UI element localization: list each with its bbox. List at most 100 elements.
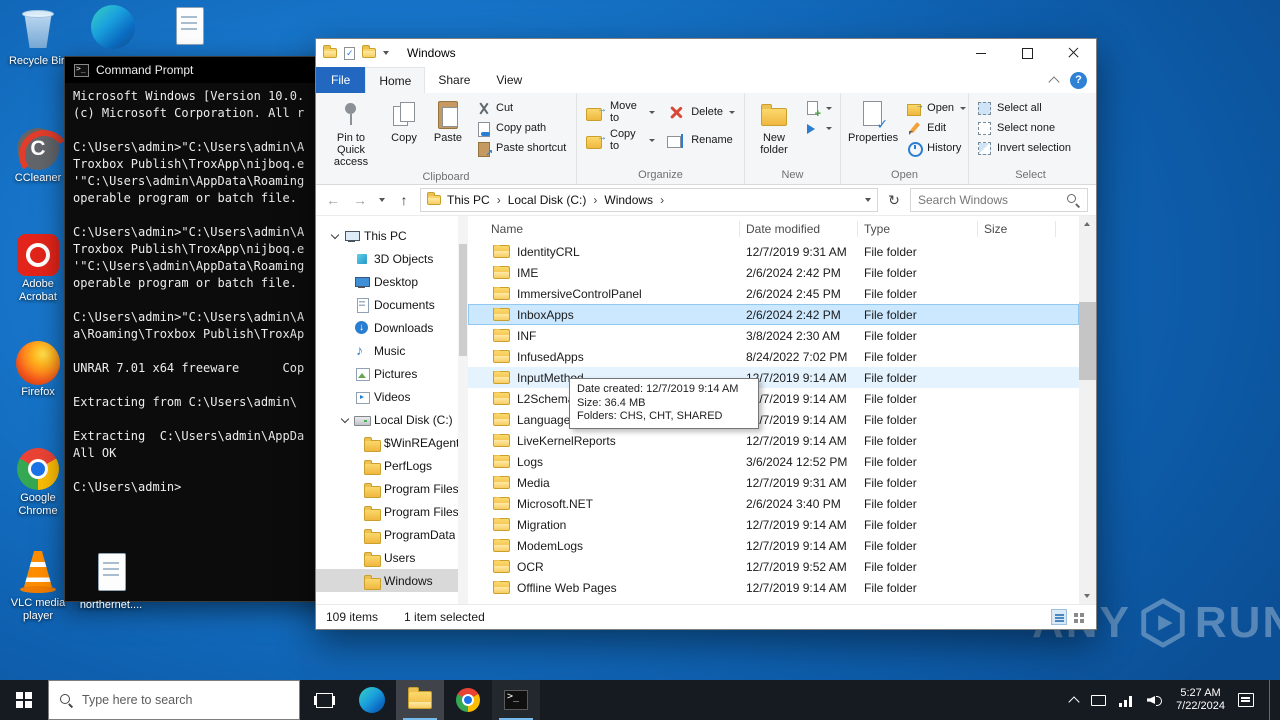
taskbar-file-explorer-button[interactable]: [396, 680, 444, 720]
sidebar-item[interactable]: Videos: [316, 385, 458, 408]
minimize-button[interactable]: [958, 39, 1004, 67]
sidebar-item[interactable]: Local Disk (C:): [316, 408, 458, 431]
sidebar-item[interactable]: Downloads: [316, 316, 458, 339]
tab-share[interactable]: Share: [425, 67, 483, 93]
file-row[interactable]: OCR 12/7/2019 9:52 AM File folder: [468, 556, 1079, 577]
details-view-button[interactable]: [1051, 609, 1067, 625]
expand-arrow-icon[interactable]: [350, 461, 360, 471]
address-dropdown-icon[interactable]: [865, 198, 871, 202]
breadcrumb-item[interactable]: This PC: [447, 193, 508, 207]
hidden-icons-chevron-icon[interactable]: [1068, 696, 1080, 708]
file-row[interactable]: IdentityCRL 12/7/2019 9:31 AM File folde…: [468, 241, 1079, 262]
desktop-icon-recycle-bin[interactable]: Recycle Bin: [5, 6, 71, 68]
help-icon[interactable]: [1070, 71, 1087, 89]
column-header-type[interactable]: Type: [858, 220, 978, 237]
sidebar-item[interactable]: PerfLogs: [316, 454, 458, 477]
new-folder-button[interactable]: New folder: [748, 96, 800, 159]
taskbar-cmd-button[interactable]: [492, 680, 540, 720]
large-icons-view-button[interactable]: [1070, 609, 1086, 625]
file-row[interactable]: InfusedApps 8/24/2022 7:02 PM File folde…: [468, 346, 1079, 367]
sidebar-item[interactable]: Documents: [316, 293, 458, 316]
sidebar-item[interactable]: Music: [316, 339, 458, 362]
file-row[interactable]: InboxApps 2/6/2024 2:42 PM File folder: [468, 304, 1079, 325]
sidebar-item[interactable]: This PC: [316, 224, 458, 247]
expand-arrow-icon[interactable]: [350, 553, 360, 563]
column-header-name[interactable]: Name: [468, 220, 740, 237]
column-header-date-modified[interactable]: Date modified: [740, 220, 858, 237]
refresh-icon[interactable]: [883, 189, 905, 211]
expand-arrow-icon[interactable]: [340, 277, 350, 287]
network-icon[interactable]: [1119, 693, 1135, 707]
select-none-button[interactable]: Select none: [972, 118, 1076, 138]
up-icon[interactable]: [393, 189, 415, 211]
desktop-icon-document[interactable]: [156, 4, 222, 53]
file-list-scrollbar-thumb[interactable]: [1079, 302, 1096, 380]
sidebar-item[interactable]: Users: [316, 546, 458, 569]
expand-arrow-icon[interactable]: [340, 392, 350, 402]
rename-button[interactable]: Rename: [661, 126, 741, 154]
taskbar-edge-button[interactable]: [348, 680, 396, 720]
taskbar-clock[interactable]: 5:27 AM 7/22/2024: [1176, 687, 1225, 713]
expand-arrow-icon[interactable]: [330, 231, 340, 241]
taskbar-search[interactable]: Type here to search: [48, 680, 300, 720]
desktop-icon-adobe-acrobat[interactable]: Adobe Acrobat: [5, 232, 71, 304]
select-all-button[interactable]: Select all: [972, 98, 1076, 118]
show-desktop-button[interactable]: [1269, 680, 1274, 720]
file-row[interactable]: Offline Web Pages 12/7/2019 9:14 AM File…: [468, 577, 1079, 598]
expand-arrow-icon[interactable]: [340, 323, 350, 333]
file-row[interactable]: LiveKernelReports 12/7/2019 9:14 AM File…: [468, 430, 1079, 451]
easy-access-button[interactable]: [800, 118, 837, 138]
sidebar-scrollbar-thumb[interactable]: [459, 244, 467, 356]
invert-selection-button[interactable]: Invert selection: [972, 138, 1076, 158]
sidebar-item[interactable]: Windows: [316, 569, 458, 592]
file-row[interactable]: Microsoft.NET 2/6/2024 3:40 PM File fold…: [468, 493, 1079, 514]
sidebar-item[interactable]: ProgramData: [316, 523, 458, 546]
volume-icon[interactable]: [1147, 694, 1163, 706]
copy-path-button[interactable]: Copy path: [471, 118, 571, 138]
history-button[interactable]: History: [902, 138, 971, 158]
sidebar-item[interactable]: 3D Objects: [316, 247, 458, 270]
qat-customize-icon[interactable]: [383, 51, 389, 55]
expand-arrow-icon[interactable]: [350, 530, 360, 540]
delete-button[interactable]: Delete: [661, 98, 741, 126]
paste-button[interactable]: Paste: [425, 96, 471, 147]
paste-shortcut-button[interactable]: Paste shortcut: [471, 138, 571, 159]
explorer-search[interactable]: Search Windows: [910, 188, 1088, 212]
taskbar-chrome-button[interactable]: [444, 680, 492, 720]
move-to-button[interactable]: Move to: [580, 98, 661, 126]
sidebar-item[interactable]: Desktop: [316, 270, 458, 293]
breadcrumb-item[interactable]: Windows: [604, 193, 671, 207]
desktop-icon-vlc[interactable]: VLC media player: [5, 548, 71, 623]
task-view-button[interactable]: [300, 680, 348, 720]
cut-button[interactable]: Cut: [471, 98, 571, 118]
expand-arrow-icon[interactable]: [340, 300, 350, 310]
file-row[interactable]: INF 3/8/2024 2:30 AM File folder: [468, 325, 1079, 346]
expand-arrow-icon[interactable]: [340, 369, 350, 379]
properties-button[interactable]: Properties: [844, 96, 902, 147]
breadcrumb-item[interactable]: Local Disk (C:): [508, 193, 605, 207]
expand-arrow-icon[interactable]: [350, 507, 360, 517]
copy-to-button[interactable]: Copy to: [580, 126, 661, 154]
column-header-size[interactable]: Size: [978, 220, 1056, 237]
sidebar-item[interactable]: Pictures: [316, 362, 458, 385]
file-row[interactable]: ModemLogs 12/7/2019 9:14 AM File folder: [468, 535, 1079, 556]
maximize-button[interactable]: [1004, 39, 1050, 67]
desktop-icon-northernet[interactable]: northernet....: [78, 550, 144, 612]
expand-arrow-icon[interactable]: [340, 254, 350, 264]
desktop-icon-ccleaner[interactable]: CCleaner: [5, 126, 71, 185]
sidebar-item[interactable]: $WinREAgent: [316, 431, 458, 454]
recent-locations-icon[interactable]: [376, 198, 388, 202]
qat-properties-icon[interactable]: [344, 46, 355, 60]
file-row[interactable]: Logs 3/6/2024 12:52 PM File folder: [468, 451, 1079, 472]
file-row[interactable]: L2Schemas 12/7/2019 9:14 AM File folder: [468, 388, 1079, 409]
expand-arrow-icon[interactable]: [350, 484, 360, 494]
start-button[interactable]: [0, 680, 48, 720]
close-button[interactable]: [1050, 39, 1096, 67]
new-item-button[interactable]: [800, 98, 837, 120]
address-bar[interactable]: This PCLocal Disk (C:)Windows: [420, 188, 878, 212]
copy-button[interactable]: Copy: [383, 96, 425, 147]
sidebar-item[interactable]: Program Files: [316, 500, 458, 523]
expand-arrow-icon[interactable]: [350, 438, 360, 448]
file-row[interactable]: InputMethod 12/7/2019 9:14 AM File folde…: [468, 367, 1079, 388]
file-row[interactable]: LanguageOverlayCache 12/7/2019 9:14 AM F…: [468, 409, 1079, 430]
